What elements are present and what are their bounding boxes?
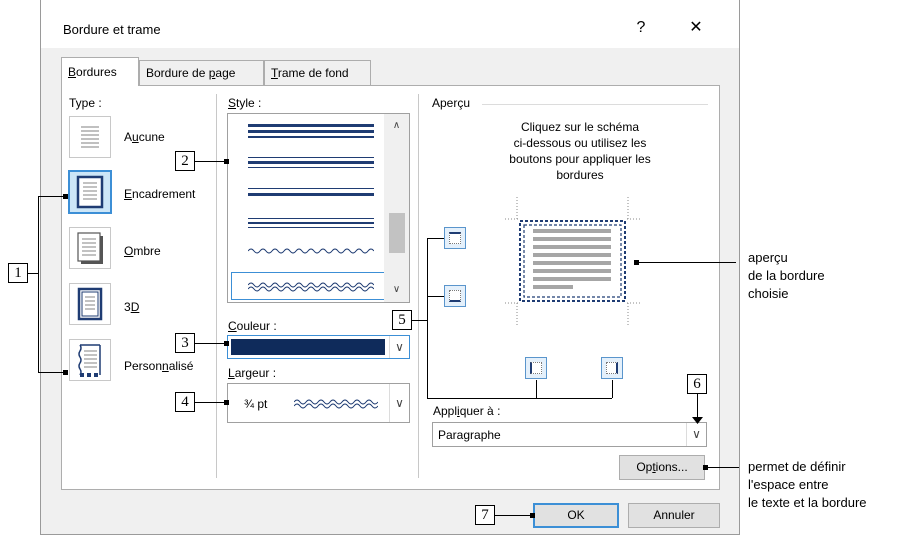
apply-to-label: Appliquer à : xyxy=(433,404,501,418)
color-select[interactable]: ∨ xyxy=(227,335,410,359)
callout-line xyxy=(195,343,225,344)
type-aucune-icon[interactable] xyxy=(69,116,111,158)
close-button[interactable]: ✕ xyxy=(684,16,708,40)
scroll-thumb[interactable] xyxy=(389,213,405,253)
style-option[interactable] xyxy=(248,124,374,127)
tab-bordures[interactable]: Bordures xyxy=(61,57,139,86)
type-3d-icon[interactable] xyxy=(69,283,111,325)
top-border-button[interactable] xyxy=(444,227,466,249)
callout-dot xyxy=(224,400,229,405)
type-ombre-label[interactable]: Ombre xyxy=(124,244,161,258)
style-option[interactable] xyxy=(248,188,374,189)
callout-dot xyxy=(224,341,229,346)
type-personnalise-icon[interactable] xyxy=(69,339,111,381)
cancel-button[interactable]: Annuler xyxy=(628,503,720,528)
callout-6: 6 xyxy=(687,374,707,394)
style-option[interactable] xyxy=(248,161,374,164)
type-3d-label[interactable]: 3D xyxy=(124,300,139,314)
style-option[interactable] xyxy=(248,193,374,196)
separator xyxy=(418,94,419,478)
style-option[interactable] xyxy=(248,218,374,219)
callout-dot xyxy=(63,370,68,375)
options-annotation: permet de définir l'espace entre le text… xyxy=(748,459,867,510)
bottom-border-button[interactable] xyxy=(444,285,466,307)
tab-trame-de-fond[interactable]: Trame de fond xyxy=(264,60,371,85)
callout-line xyxy=(412,320,427,321)
preview-instructions: Cliquez sur le schéma ci-dessous ou util… xyxy=(509,120,651,182)
callout-dot xyxy=(224,159,229,164)
callout-1: 1 xyxy=(8,263,28,283)
callout-line xyxy=(427,238,444,239)
style-label: Style : xyxy=(228,96,262,110)
chevron-down-icon[interactable]: ∨ xyxy=(389,336,409,358)
callout-4: 4 xyxy=(175,392,195,412)
separator xyxy=(216,94,217,478)
callout-dot xyxy=(530,513,535,518)
scroll-up-icon[interactable]: ∧ xyxy=(384,116,409,136)
help-button[interactable]: ? xyxy=(629,16,653,40)
width-preview-line xyxy=(294,399,378,409)
callout-line xyxy=(705,467,739,468)
callout-dot xyxy=(703,465,708,470)
color-label: Couleur : xyxy=(228,319,277,333)
callout-3: 3 xyxy=(175,333,195,353)
width-value: ¾ pt xyxy=(244,397,268,411)
callout-5: 5 xyxy=(392,310,412,330)
style-scrollbar[interactable]: ∧ ∨ xyxy=(384,114,409,302)
style-option[interactable] xyxy=(248,222,374,224)
type-aucune-label[interactable]: Aucune xyxy=(124,130,165,144)
callout-line xyxy=(427,398,612,399)
apply-to-value: Paragraphe xyxy=(438,428,501,442)
callout-line xyxy=(495,515,533,516)
callout-line xyxy=(38,196,39,372)
type-label: Type : xyxy=(69,96,102,110)
style-option[interactable] xyxy=(248,167,374,168)
style-option-wavy[interactable] xyxy=(248,246,374,256)
title-bar: Bordure et trame ? ✕ xyxy=(40,0,740,48)
style-option-selected[interactable] xyxy=(231,272,386,300)
style-option[interactable] xyxy=(248,227,374,228)
type-encadrement-label[interactable]: Encadrement xyxy=(124,187,195,201)
width-select[interactable]: ¾ pt ∨ xyxy=(227,383,410,423)
callout-line xyxy=(195,402,225,403)
preview-diagram[interactable] xyxy=(505,197,645,327)
callout-line xyxy=(28,273,38,274)
callout-line xyxy=(612,380,613,398)
callout-7: 7 xyxy=(475,505,495,525)
callout-line xyxy=(427,296,444,297)
callout-dot xyxy=(634,260,639,265)
separator xyxy=(482,104,708,105)
chevron-down-icon[interactable]: ∨ xyxy=(686,423,706,446)
preview-annotation: aperçu de la bordure choisie xyxy=(748,250,825,301)
callout-line xyxy=(536,380,537,398)
callout-line xyxy=(38,372,64,373)
type-encadrement-icon[interactable] xyxy=(68,170,112,214)
callout-line xyxy=(636,262,736,263)
tab-bordure-de-page[interactable]: Bordure de page xyxy=(139,60,264,85)
style-option[interactable] xyxy=(248,157,374,158)
callout-2: 2 xyxy=(175,151,195,171)
apply-to-select[interactable]: Paragraphe ∨ xyxy=(432,422,707,447)
width-label: Largeur : xyxy=(228,366,277,380)
left-border-button[interactable] xyxy=(525,357,547,379)
style-list[interactable] xyxy=(227,113,410,303)
right-border-button[interactable] xyxy=(601,357,623,379)
callout-line xyxy=(427,238,428,398)
style-option[interactable] xyxy=(248,136,374,138)
color-swatch xyxy=(231,339,385,355)
preview-label: Aperçu xyxy=(432,96,471,110)
dialog-title: Bordure et trame xyxy=(63,22,161,37)
type-personnalise-label[interactable]: Personnalisé xyxy=(124,359,193,373)
type-ombre-icon[interactable] xyxy=(69,227,111,269)
options-button[interactable]: Options... xyxy=(619,455,705,480)
callout-line xyxy=(38,196,64,197)
style-option[interactable] xyxy=(248,130,374,133)
chevron-down-icon[interactable]: ∨ xyxy=(389,384,409,422)
arrow-down-icon xyxy=(692,417,703,424)
callout-line xyxy=(195,161,225,162)
callout-dot xyxy=(63,194,68,199)
scroll-down-icon[interactable]: ∨ xyxy=(384,280,409,300)
ok-button[interactable]: OK xyxy=(533,503,619,528)
